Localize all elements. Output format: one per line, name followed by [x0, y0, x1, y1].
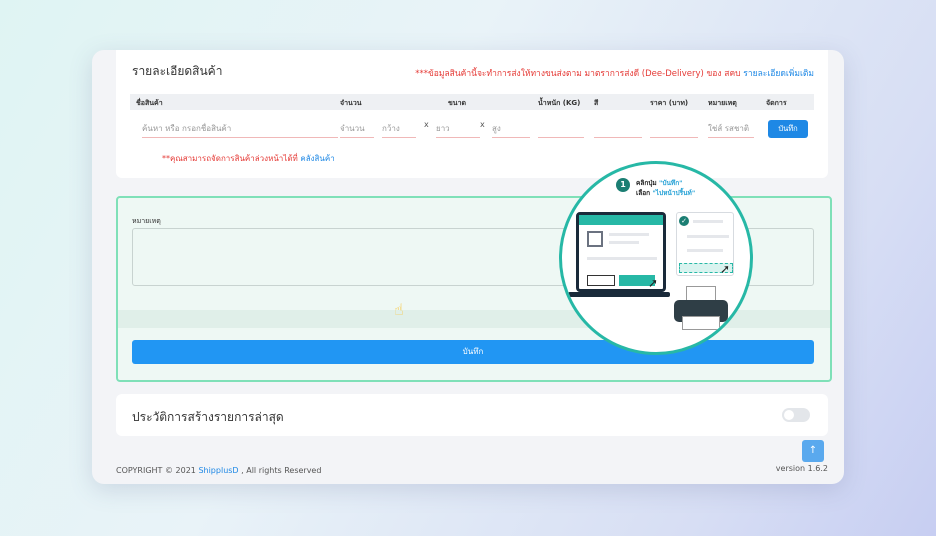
history-toggle[interactable]: [782, 408, 810, 422]
copyright-text: COPYRIGHT © 2021: [116, 466, 196, 475]
step-line1-highlight: "บันทึก": [658, 179, 683, 187]
note-input[interactable]: ใช่ส์ รสชาติ: [708, 122, 754, 138]
product-details-title: รายละเอียดสินค้า: [132, 64, 223, 78]
col-price: ราคา (บาท): [650, 99, 689, 107]
warehouse-hint: **คุณสามารถจัดการสินค้าล่วงหน้าได้ที่ คล…: [162, 152, 335, 165]
color-input[interactable]: [594, 122, 642, 138]
history-card: ประวัติการสร้างรายการล่าสุด: [116, 394, 828, 436]
width-input[interactable]: กว้าง: [382, 122, 416, 138]
col-note: หมายเหตุ: [708, 99, 737, 107]
cursor-icon: ➚: [720, 262, 731, 276]
save-button[interactable]: บันทึก: [132, 340, 814, 364]
col-weight: น้ำหนัก (KG): [538, 99, 581, 107]
cursor-icon: ➚: [648, 276, 659, 290]
note-label: หมายเหตุ: [132, 217, 161, 225]
product-search-input[interactable]: ค้นหา หรือ กรอกชื่อสินค้า: [142, 122, 338, 138]
save-product-button[interactable]: บันทึก: [768, 120, 808, 138]
weight-input[interactable]: [538, 122, 584, 138]
col-size: ขนาด: [448, 99, 467, 107]
laptop-base: [568, 292, 670, 297]
version-label: version 1.6.2: [775, 464, 828, 473]
notice-more-link[interactable]: รายละเอียดเพิ่มเติม: [743, 69, 814, 79]
printer-icon: [674, 286, 728, 332]
step-line1: คลิกปุ่ม: [636, 179, 659, 187]
times-sign: x: [424, 120, 429, 129]
hand-pointer-icon: ☝: [394, 300, 404, 319]
product-input-row: ค้นหา หรือ กรอกชื่อสินค้า จำนวน กว้าง x …: [130, 114, 814, 142]
col-product-name: ชื่อสินค้า: [136, 99, 163, 107]
mini-cancel-button: [587, 275, 615, 286]
rights-text: , All rights Reserved: [241, 466, 322, 475]
times-sign: x: [480, 120, 485, 129]
step-line2: เลือก: [636, 189, 653, 197]
printer-paper-out: [682, 316, 720, 330]
length-input[interactable]: ยาว: [436, 122, 480, 138]
col-quantity: จำนวน: [340, 99, 362, 107]
col-manage: จัดการ: [766, 99, 787, 107]
delivery-notice: ***ข้อมูลสินค้านี้จะทำการส่งให้ทางขนส่งต…: [415, 66, 814, 80]
product-details-card: รายละเอียดสินค้า ***ข้อมูลสินค้านี้จะทำก…: [116, 50, 828, 178]
product-table-header: ชื่อสินค้า จำนวน ขนาด น้ำหนัก (KG) สี รา…: [130, 94, 814, 110]
quantity-input[interactable]: จำนวน: [340, 122, 374, 138]
text-line: [609, 233, 649, 236]
brand-link[interactable]: ShipplusD: [198, 466, 238, 475]
text-line: [693, 220, 723, 223]
text-line: [587, 257, 657, 260]
laptop-header-bar: [579, 215, 663, 225]
warehouse-hint-text: **คุณสามารถจัดการสินค้าล่วงหน้าได้ที่: [162, 154, 298, 163]
col-color: สี: [594, 99, 599, 107]
text-line: [687, 249, 723, 252]
history-title: ประวัติการสร้างรายการล่าสุด: [132, 410, 284, 424]
text-line: [609, 241, 639, 244]
box-icon: [587, 231, 603, 247]
price-input[interactable]: [650, 122, 698, 138]
warehouse-link[interactable]: คลังสินค้า: [300, 154, 334, 163]
step-instructions: คลิกปุ่ม "บันทึก" เลือก "ไปหน้าปริ้นท์": [636, 178, 695, 198]
footer-copyright: COPYRIGHT © 2021 ShipplusD , All rights …: [116, 466, 321, 475]
step-line2-highlight: "ไปหน้าปริ้นท์": [652, 189, 696, 197]
delivery-notice-text: ***ข้อมูลสินค้านี้จะทำการส่งให้ทางขนส่งต…: [415, 69, 741, 79]
step-number: 1: [616, 178, 630, 192]
scroll-top-button[interactable]: ↑: [802, 440, 824, 462]
arrow-up-icon: ↑: [808, 445, 818, 456]
check-icon: ✓: [679, 216, 689, 226]
print-guide-callout: 1 คลิกปุ่ม "บันทึก" เลือก "ไปหน้าปริ้นท์…: [559, 161, 753, 355]
text-line: [687, 235, 729, 238]
height-input[interactable]: สูง: [492, 122, 530, 138]
